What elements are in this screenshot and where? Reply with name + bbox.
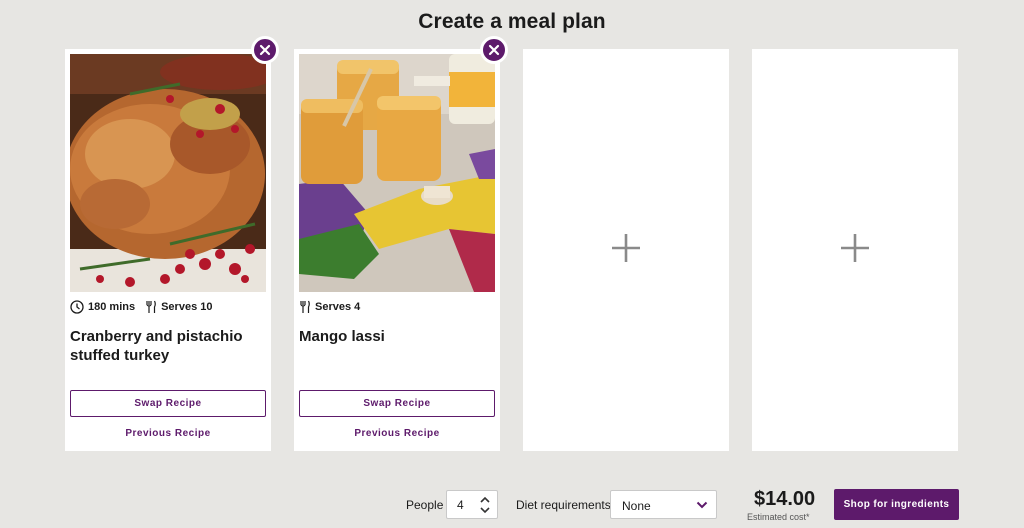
page-title: Create a meal plan [418, 10, 606, 33]
diet-selected-value: None [622, 499, 651, 513]
servings-text: Serves 4 [315, 301, 361, 313]
servings-text: Serves 10 [161, 301, 213, 313]
add-recipe-button[interactable] [611, 233, 641, 263]
clock-icon [70, 300, 84, 314]
recipe-meta: 180 mins Serves 10 [70, 300, 222, 314]
recipe-card-2: Serves 4 Mango lassi Swap Recipe Previou… [294, 36, 508, 451]
empty-recipe-slot-4 [752, 49, 958, 451]
cook-time: 180 mins [70, 300, 135, 314]
close-icon [488, 44, 500, 56]
remove-recipe-button[interactable] [251, 36, 279, 64]
recipe-card-1: 180 mins Serves 10 Cranberry and pistach… [65, 36, 279, 451]
chevron-down-icon [696, 501, 708, 509]
plus-icon [841, 234, 869, 262]
diet-requirements-select[interactable]: None [610, 490, 717, 519]
add-recipe-button[interactable] [840, 233, 870, 263]
recipe-image-mango-lassi[interactable] [299, 54, 495, 292]
previous-recipe-link[interactable]: Previous Recipe [299, 428, 495, 439]
utensils-icon [300, 300, 310, 313]
diet-requirements-label: Diet requirements [516, 498, 611, 512]
cook-time-text: 180 mins [88, 301, 136, 313]
stepper-icon[interactable] [479, 494, 491, 516]
recipe-title[interactable]: Cranberry and pistachio stuffed turkey [70, 327, 266, 365]
previous-recipe-link[interactable]: Previous Recipe [70, 428, 266, 439]
recipe-image-turkey[interactable] [70, 54, 266, 292]
estimated-cost-caption: Estimated cost* [747, 512, 810, 522]
shop-for-ingredients-button[interactable]: Shop for ingredients [834, 489, 959, 520]
empty-recipe-slot-3 [523, 49, 729, 451]
servings: Serves 4 [299, 300, 360, 314]
plan-footer: People 4 Diet requirements None $14.00 E… [0, 488, 1024, 528]
swap-recipe-button[interactable]: Swap Recipe [70, 390, 266, 417]
servings: Serves 10 [145, 300, 212, 314]
recipe-meta: Serves 4 [299, 300, 370, 314]
remove-recipe-button[interactable] [480, 36, 508, 64]
utensils-icon [146, 300, 156, 313]
people-value: 4 [457, 498, 464, 512]
plus-icon [612, 234, 640, 262]
people-label: People [406, 498, 444, 512]
swap-recipe-button[interactable]: Swap Recipe [299, 390, 495, 417]
close-icon [259, 44, 271, 56]
estimated-price: $14.00 [754, 488, 816, 510]
people-stepper[interactable]: 4 [446, 490, 498, 519]
recipe-title[interactable]: Mango lassi [299, 327, 495, 346]
